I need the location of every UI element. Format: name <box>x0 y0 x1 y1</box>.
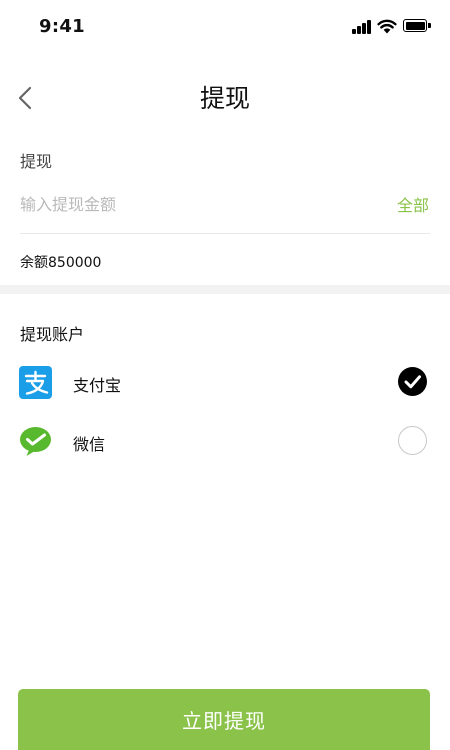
radio-checked[interactable] <box>398 367 427 396</box>
status-bar: 9:41 <box>0 0 450 54</box>
account-section-label: 提现账户 <box>20 325 85 344</box>
account-option-alipay[interactable]: 支付宝 <box>0 356 450 408</box>
battery-icon <box>403 19 431 32</box>
balance-text: 余额850000 <box>20 255 102 271</box>
divider <box>20 233 430 234</box>
page-title: 提现 <box>199 84 250 113</box>
withdraw-label: 提现 <box>20 152 53 171</box>
account-option-wechat[interactable]: 微信 <box>0 415 450 467</box>
alipay-icon <box>19 366 52 399</box>
checkmark-icon <box>404 375 421 389</box>
withdraw-submit-button[interactable]: 立即提现 <box>18 689 430 750</box>
wechat-pay-icon <box>20 427 51 456</box>
signal-icon <box>352 20 372 34</box>
radio-unchecked[interactable] <box>398 426 427 455</box>
account-name-wechat: 微信 <box>73 435 106 454</box>
wifi-icon <box>377 19 397 34</box>
withdraw-all-button[interactable]: 全部 <box>397 192 429 216</box>
section-divider <box>0 285 450 294</box>
account-name-alipay: 支付宝 <box>73 376 122 395</box>
status-time: 9:41 <box>39 16 85 37</box>
back-chevron-icon[interactable] <box>14 82 40 114</box>
amount-input[interactable] <box>20 190 350 218</box>
